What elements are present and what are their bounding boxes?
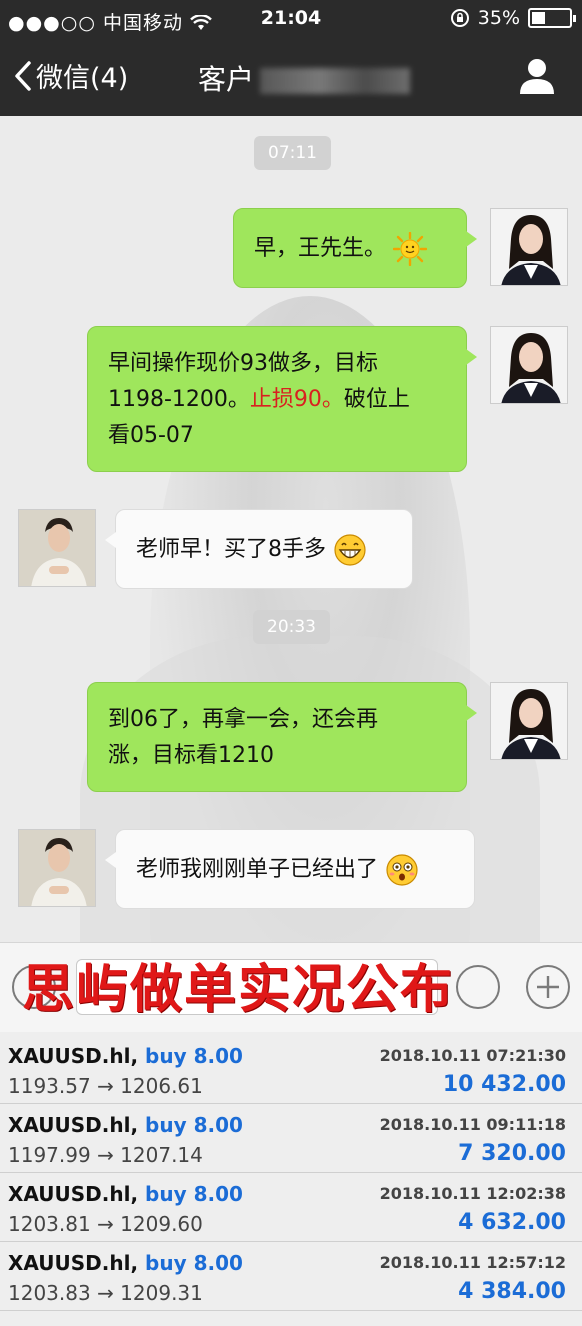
- trade-side: buy 8.00: [145, 1113, 243, 1137]
- trade-profit: 10 432.00: [442, 1072, 566, 1097]
- message-line: 到06了，再拿一会，还会再: [108, 707, 378, 732]
- trade-row[interactable]: XAUUSD.hl, buy 8.00 2018.10.11 09:11:18 …: [0, 1105, 582, 1173]
- plus-icon: [537, 976, 559, 998]
- trade-list: XAUUSD.hl, buy 8.00 2018.10.11 07:21:30 …: [0, 1032, 582, 1326]
- trade-datetime: 2018.10.11 09:11:18: [379, 1115, 566, 1134]
- chevron-left-icon: [15, 60, 31, 91]
- nav-bar: 微信(4) 客户: [0, 38, 582, 116]
- back-label: 微信(4): [36, 63, 129, 94]
- status-bar: ●●●○○ 中国移动 21:04 35%: [0, 0, 582, 38]
- sent-message[interactable]: 早间操作现价93做多，目标 1198-1200。止损90。破位上 看05-07: [87, 326, 477, 472]
- trade-side: buy 8.00: [145, 1044, 243, 1068]
- message-timestamp: 07:11: [254, 136, 331, 170]
- trade-side: buy 8.00: [145, 1182, 243, 1206]
- received-message[interactable]: 老师我刚刚单子已经出了: [105, 829, 475, 909]
- sun-emoji-icon: [393, 232, 428, 266]
- chat-title-text: 客户: [198, 63, 255, 96]
- chat-area[interactable]: 07:11 早，王先生。 早间操作现价93做多，目标 1198-1200。止损9…: [0, 116, 582, 942]
- message-line: 看05-07: [108, 423, 194, 448]
- trade-row[interactable]: XAUUSD.hl, buy 8.00 2018.10.11 12:57:12 …: [0, 1243, 582, 1311]
- trade-datetime: 2018.10.11 12:57:12: [379, 1253, 566, 1272]
- rotation-lock-icon: [450, 9, 469, 27]
- man-avatar-icon: [19, 830, 95, 906]
- woman-avatar-icon: [491, 327, 567, 403]
- trade-row[interactable]: XAUUSD.hl, buy 8.00 2018.10.11 07:21:30 …: [0, 1036, 582, 1104]
- sent-message[interactable]: 到06了，再拿一会，还会再 涨，目标看1210: [87, 682, 477, 792]
- trade-price: 1193.57 → 1206.61: [8, 1074, 203, 1098]
- customer-avatar[interactable]: [18, 829, 96, 907]
- message-text: 老师我刚刚单子已经出了: [136, 857, 379, 882]
- trade-datetime: 2018.10.11 07:21:30: [379, 1046, 566, 1065]
- trade-side: buy 8.00: [145, 1251, 243, 1275]
- trade-symbol: XAUUSD.hl, buy 8.00: [8, 1251, 243, 1275]
- battery-percent: 35%: [477, 7, 520, 29]
- battery-icon: [528, 8, 576, 28]
- surprised-emoji-icon: [386, 854, 418, 886]
- message-line: 早间操作现价93做多，目标: [108, 351, 378, 376]
- woman-avatar-icon: [491, 209, 567, 285]
- sent-message[interactable]: 早，王先生。: [233, 208, 477, 288]
- trade-symbol: XAUUSD.hl, buy 8.00: [8, 1044, 243, 1068]
- add-button[interactable]: [526, 965, 570, 1009]
- my-avatar[interactable]: [490, 326, 568, 404]
- message-text: 早，王先生。: [254, 236, 387, 261]
- trade-profit: 7 320.00: [458, 1141, 566, 1166]
- trade-symbol: XAUUSD.hl, buy 8.00: [8, 1113, 243, 1137]
- trade-symbol: XAUUSD.hl, buy 8.00: [8, 1182, 243, 1206]
- trade-profit: 4 384.00: [458, 1279, 566, 1304]
- trade-price: 1197.99 → 1207.14: [8, 1143, 203, 1167]
- grinning-emoji-icon: [334, 534, 366, 566]
- trade-price: 1203.81 → 1209.60: [8, 1212, 203, 1236]
- status-right: 35%: [450, 7, 576, 29]
- message-line: 1198-1200。止损90。破位上: [108, 387, 410, 412]
- profile-icon[interactable]: [518, 56, 556, 96]
- stop-loss-text: 止损90。: [249, 387, 344, 412]
- message-text: 老师早！买了8手多: [136, 537, 326, 562]
- redacted-name: [260, 68, 411, 94]
- my-avatar[interactable]: [490, 682, 568, 760]
- battery-level: [532, 12, 545, 24]
- my-avatar[interactable]: [490, 208, 568, 286]
- woman-avatar-icon: [491, 683, 567, 759]
- customer-avatar[interactable]: [18, 509, 96, 587]
- chat-title: 客户: [198, 58, 411, 98]
- trade-datetime: 2018.10.11 12:02:38: [379, 1184, 566, 1203]
- trade-row[interactable]: XAUUSD.hl, buy 8.00 2018.10.11 12:02:38 …: [0, 1174, 582, 1242]
- received-message[interactable]: 老师早！买了8手多: [105, 509, 413, 589]
- back-button[interactable]: 微信(4): [14, 56, 128, 95]
- message-line: 涨，目标看1210: [108, 743, 274, 768]
- trade-profit: 4 632.00: [458, 1210, 566, 1235]
- trade-price: 1203.83 → 1209.31: [8, 1281, 203, 1305]
- message-timestamp: 20:33: [253, 610, 330, 644]
- overlay-title: 思屿做单实况公布: [22, 959, 455, 1020]
- man-avatar-icon: [19, 510, 95, 586]
